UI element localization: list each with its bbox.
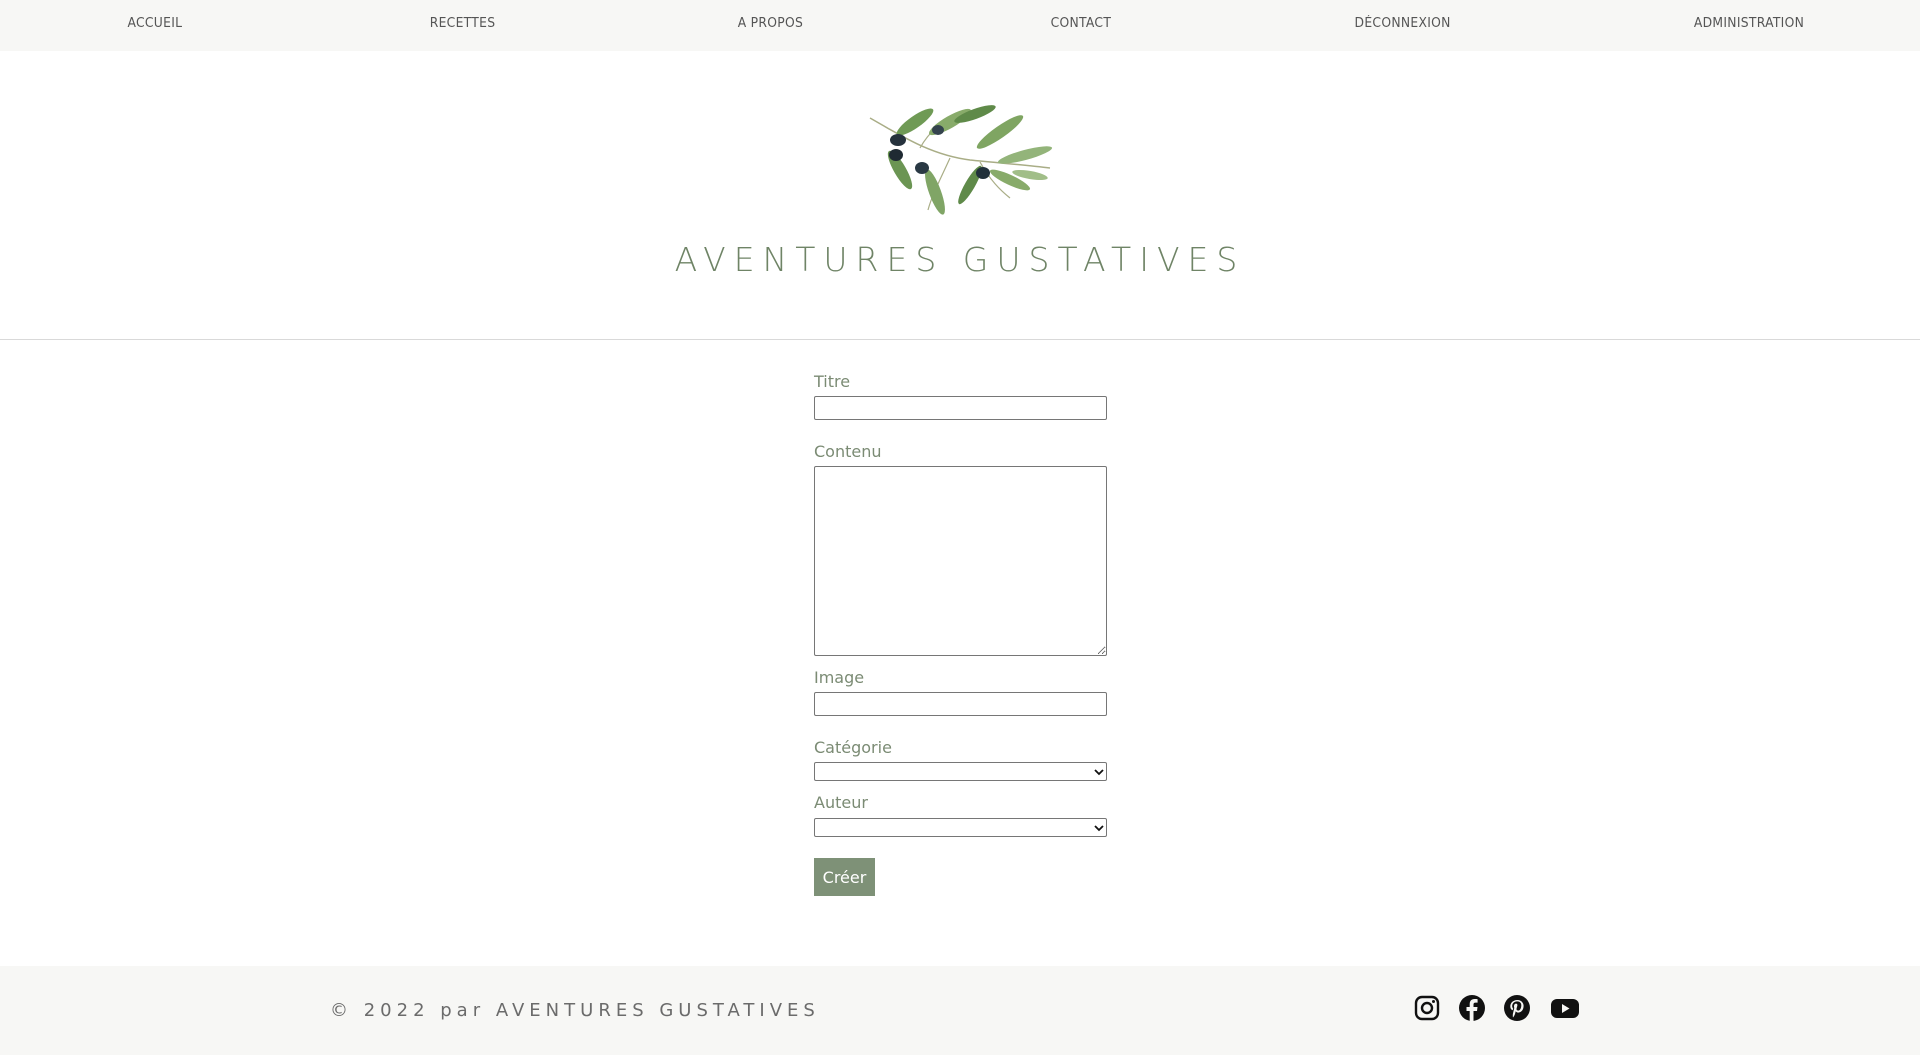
- nav-administration[interactable]: ADMINISTRATION: [1694, 16, 1804, 31]
- top-navigation: ACCUEIL RECETTES A PROPOS CONTACT DÉCONN…: [0, 0, 1920, 51]
- facebook-icon[interactable]: [1458, 994, 1486, 1022]
- titre-input[interactable]: [814, 396, 1107, 420]
- auteur-select[interactable]: [814, 818, 1107, 837]
- categorie-label: Catégorie: [814, 738, 892, 757]
- nav-accueil[interactable]: ACCUEIL: [127, 16, 182, 31]
- nav-deconnexion[interactable]: DÉCONNEXION: [1355, 16, 1451, 31]
- contenu-textarea[interactable]: [814, 466, 1107, 656]
- auteur-select-wrap: [814, 818, 1107, 837]
- header-divider: [0, 339, 1920, 340]
- pinterest-icon[interactable]: [1503, 994, 1531, 1022]
- site-title[interactable]: AVENTURES GUSTATIVES: [0, 240, 1920, 279]
- categorie-select[interactable]: [814, 762, 1107, 781]
- copyright-text: © 2022 par AVENTURES GUSTATIVES: [330, 1000, 820, 1021]
- titre-label: Titre: [814, 372, 851, 391]
- auteur-label: Auteur: [814, 793, 868, 812]
- nav-recettes[interactable]: RECETTES: [430, 16, 496, 31]
- nav-contact[interactable]: CONTACT: [1051, 16, 1112, 31]
- instagram-icon[interactable]: [1413, 994, 1441, 1022]
- image-label: Image: [814, 668, 865, 687]
- nav-a-propos[interactable]: A PROPOS: [738, 16, 803, 31]
- categorie-select-wrap: [814, 762, 1107, 781]
- creer-button[interactable]: Créer: [814, 858, 875, 896]
- footer: © 2022 par AVENTURES GUSTATIVES: [0, 966, 1920, 1055]
- youtube-icon[interactable]: [1549, 994, 1581, 1022]
- olive-branch-icon[interactable]: [860, 100, 1060, 220]
- image-input[interactable]: [814, 692, 1107, 716]
- contenu-label: Contenu: [814, 442, 882, 461]
